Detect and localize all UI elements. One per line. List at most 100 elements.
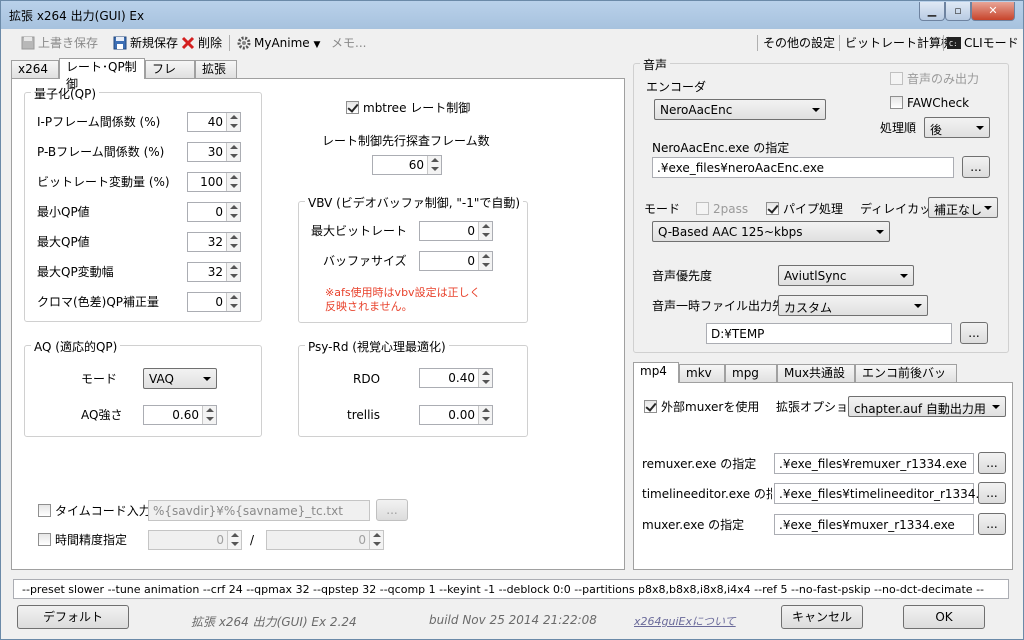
spin-buttons[interactable] <box>226 113 240 131</box>
qpmin-stepper[interactable]: 0 <box>187 202 241 222</box>
timebase-checkbox[interactable]: 時間精度指定 <box>38 533 127 547</box>
vbv-group-title: VBV (ビデオバッファ制御, "-1"で自動) <box>305 194 524 211</box>
cli-mode-button[interactable]: C: CLIモード <box>947 34 1019 52</box>
spin-buttons[interactable] <box>226 233 240 251</box>
timecode-browse-button[interactable]: ... <box>376 499 408 521</box>
faw-check-checkbox[interactable]: FAWCheck <box>890 96 969 110</box>
pb-ratio-stepper[interactable]: 30 <box>187 142 241 162</box>
audio-temp-select[interactable]: カスタム <box>778 295 928 316</box>
audio-encoder-select[interactable]: NeroAacEnc <box>654 99 826 120</box>
audio-exe-path-field[interactable]: .¥exe_files¥neroAacEnc.exe <box>652 157 954 178</box>
qpmax-stepper[interactable]: 32 <box>187 232 241 252</box>
profile-dropdown[interactable]: MyAnime ▼ <box>237 34 320 52</box>
checkbox-box[interactable] <box>346 101 359 114</box>
remuxer-path-field[interactable]: .¥exe_files¥remuxer_r1334.exe <box>774 453 974 474</box>
window-title: 拡張 x264 出力(GUI) Ex <box>9 9 145 23</box>
audio-mode-select[interactable]: Q-Based AAC 125~kbps <box>652 221 890 242</box>
bitrate-calc-button[interactable]: ビットレート計算機 <box>845 34 953 52</box>
checkbox-box[interactable] <box>890 96 903 109</box>
tab-mux-common[interactable]: Mux共通設定 <box>777 364 855 397</box>
default-button[interactable]: デフォルト <box>17 605 129 629</box>
chroma-qp-stepper[interactable]: 0 <box>187 292 241 312</box>
psy-rdo-stepper[interactable]: 0.40 <box>419 368 493 388</box>
psy-trellis-stepper[interactable]: 0.00 <box>419 405 493 425</box>
vbv-maxrate-stepper[interactable]: 0 <box>419 221 493 241</box>
toolbar: 上書き保存 新規保存 削除 MyAnime ▼ メモ... その他の設定 ビット… <box>9 31 1019 55</box>
close-button[interactable]: ✕ <box>971 2 1015 21</box>
qpstep-label: 最大QP変動幅 <box>37 265 114 279</box>
tab-mp4[interactable]: mp4 <box>633 362 679 383</box>
remuxer-browse-button[interactable]: ... <box>978 452 1006 474</box>
external-muxer-checkbox[interactable]: 外部muxerを使用 <box>644 400 759 414</box>
checkbox-box[interactable] <box>766 202 779 215</box>
maximize-button[interactable]: ▫ <box>945 2 971 21</box>
tab-mpg[interactable]: mpg <box>725 364 777 382</box>
ok-button[interactable]: OK <box>903 605 985 629</box>
audio-temp-browse-button[interactable]: ... <box>960 322 988 344</box>
ip-ratio-stepper[interactable]: 40 <box>187 112 241 132</box>
tab-x264[interactable]: x264 <box>11 60 59 78</box>
about-link[interactable]: x264guiExについて <box>634 613 736 629</box>
cancel-button[interactable]: キャンセル <box>781 605 863 629</box>
tab-mkv[interactable]: mkv <box>679 364 725 382</box>
timecode-checkbox[interactable]: タイムコード入力 <box>38 504 151 518</box>
spin-buttons[interactable] <box>227 531 241 549</box>
new-save-button[interactable]: 新規保存 <box>113 34 178 52</box>
tab-batch[interactable]: エンコ前後バッチ処理 <box>855 364 957 397</box>
timelineeditor-path-field[interactable]: .¥exe_files¥timelineeditor_r1334.exe <box>774 483 1001 504</box>
muxer-browse-button[interactable]: ... <box>978 513 1006 535</box>
checkbox-box[interactable] <box>644 400 657 413</box>
spin-buttons[interactable] <box>226 203 240 221</box>
other-settings-button[interactable]: その他の設定 <box>763 34 835 52</box>
toolbar-separator <box>943 35 944 51</box>
audio-only-checkbox[interactable]: 音声のみ出力 <box>890 72 979 86</box>
spin-buttons[interactable] <box>226 143 240 161</box>
spin-buttons[interactable] <box>226 263 240 281</box>
psy-trellis-label: trellis <box>347 408 381 422</box>
minimize-button[interactable]: ▁ <box>919 2 945 21</box>
vbv-bufsize-stepper[interactable]: 0 <box>419 251 493 271</box>
spin-buttons[interactable] <box>478 369 492 387</box>
memo-button[interactable]: メモ... <box>331 34 366 52</box>
delete-button[interactable]: 削除 <box>181 34 222 52</box>
timebase-den-stepper[interactable]: 0 <box>266 530 384 550</box>
spin-buttons[interactable] <box>369 531 383 549</box>
spin-buttons[interactable] <box>226 173 240 191</box>
muxer-path-field[interactable]: .¥exe_files¥muxer_r1334.exe <box>774 514 974 535</box>
tab-rate-qp[interactable]: レート･QP制御 <box>59 58 145 91</box>
twopass-checkbox[interactable]: 2pass <box>696 202 748 216</box>
chroma-qp-label: クロマ(色差)QP補正量 <box>37 295 160 309</box>
checkbox-box[interactable] <box>38 504 51 517</box>
spin-buttons[interactable] <box>226 293 240 311</box>
spin-buttons[interactable] <box>478 252 492 270</box>
timebase-num-stepper[interactable]: 0 <box>148 530 242 550</box>
spin-buttons[interactable] <box>202 406 216 424</box>
spin-buttons[interactable] <box>427 156 441 174</box>
audio-priority-select[interactable]: AviutlSync <box>778 265 914 286</box>
audio-temp-path-field[interactable]: D:¥TEMP <box>706 323 952 344</box>
checkbox-box[interactable] <box>38 533 51 546</box>
cmdline-preview[interactable]: --preset slower --tune animation --crf 2… <box>13 579 1009 599</box>
spin-buttons[interactable] <box>478 222 492 240</box>
aq-mode-select[interactable]: VAQ <box>143 368 217 389</box>
overwrite-save-button[interactable]: 上書き保存 <box>21 34 98 52</box>
pipe-checkbox[interactable]: パイプ処理 <box>766 202 843 216</box>
timecode-path-field[interactable]: %{savdir}¥%{savname}_tc.txt <box>148 500 370 521</box>
ext-option-select[interactable]: chapter.auf 自動出力用 <box>848 396 1006 417</box>
delay-cut-select[interactable]: 補正なし <box>928 197 998 218</box>
mbtree-checkbox[interactable]: mbtree レート制御 <box>346 101 470 115</box>
checkbox-box[interactable] <box>696 202 709 215</box>
qpstep-stepper[interactable]: 32 <box>187 262 241 282</box>
qcomp-stepper[interactable]: 100 <box>187 172 241 192</box>
timelineeditor-browse-button[interactable]: ... <box>978 482 1006 504</box>
aq-strength-stepper[interactable]: 0.60 <box>143 405 217 425</box>
tab-extended[interactable]: 拡張 <box>195 60 237 78</box>
checkbox-box[interactable] <box>890 72 903 85</box>
spin-buttons[interactable] <box>478 406 492 424</box>
title-bar[interactable]: 拡張 x264 出力(GUI) Ex ▁ ▫ ✕ <box>1 1 1023 29</box>
tab-frame[interactable]: フレーム <box>145 60 195 93</box>
audio-order-select[interactable]: 後 <box>924 117 990 138</box>
lookahead-stepper[interactable]: 60 <box>372 155 442 175</box>
audio-exe-browse-button[interactable]: ... <box>962 156 990 178</box>
vbv-note-line1: ※afs使用時はvbv設定は正しく <box>325 286 481 299</box>
